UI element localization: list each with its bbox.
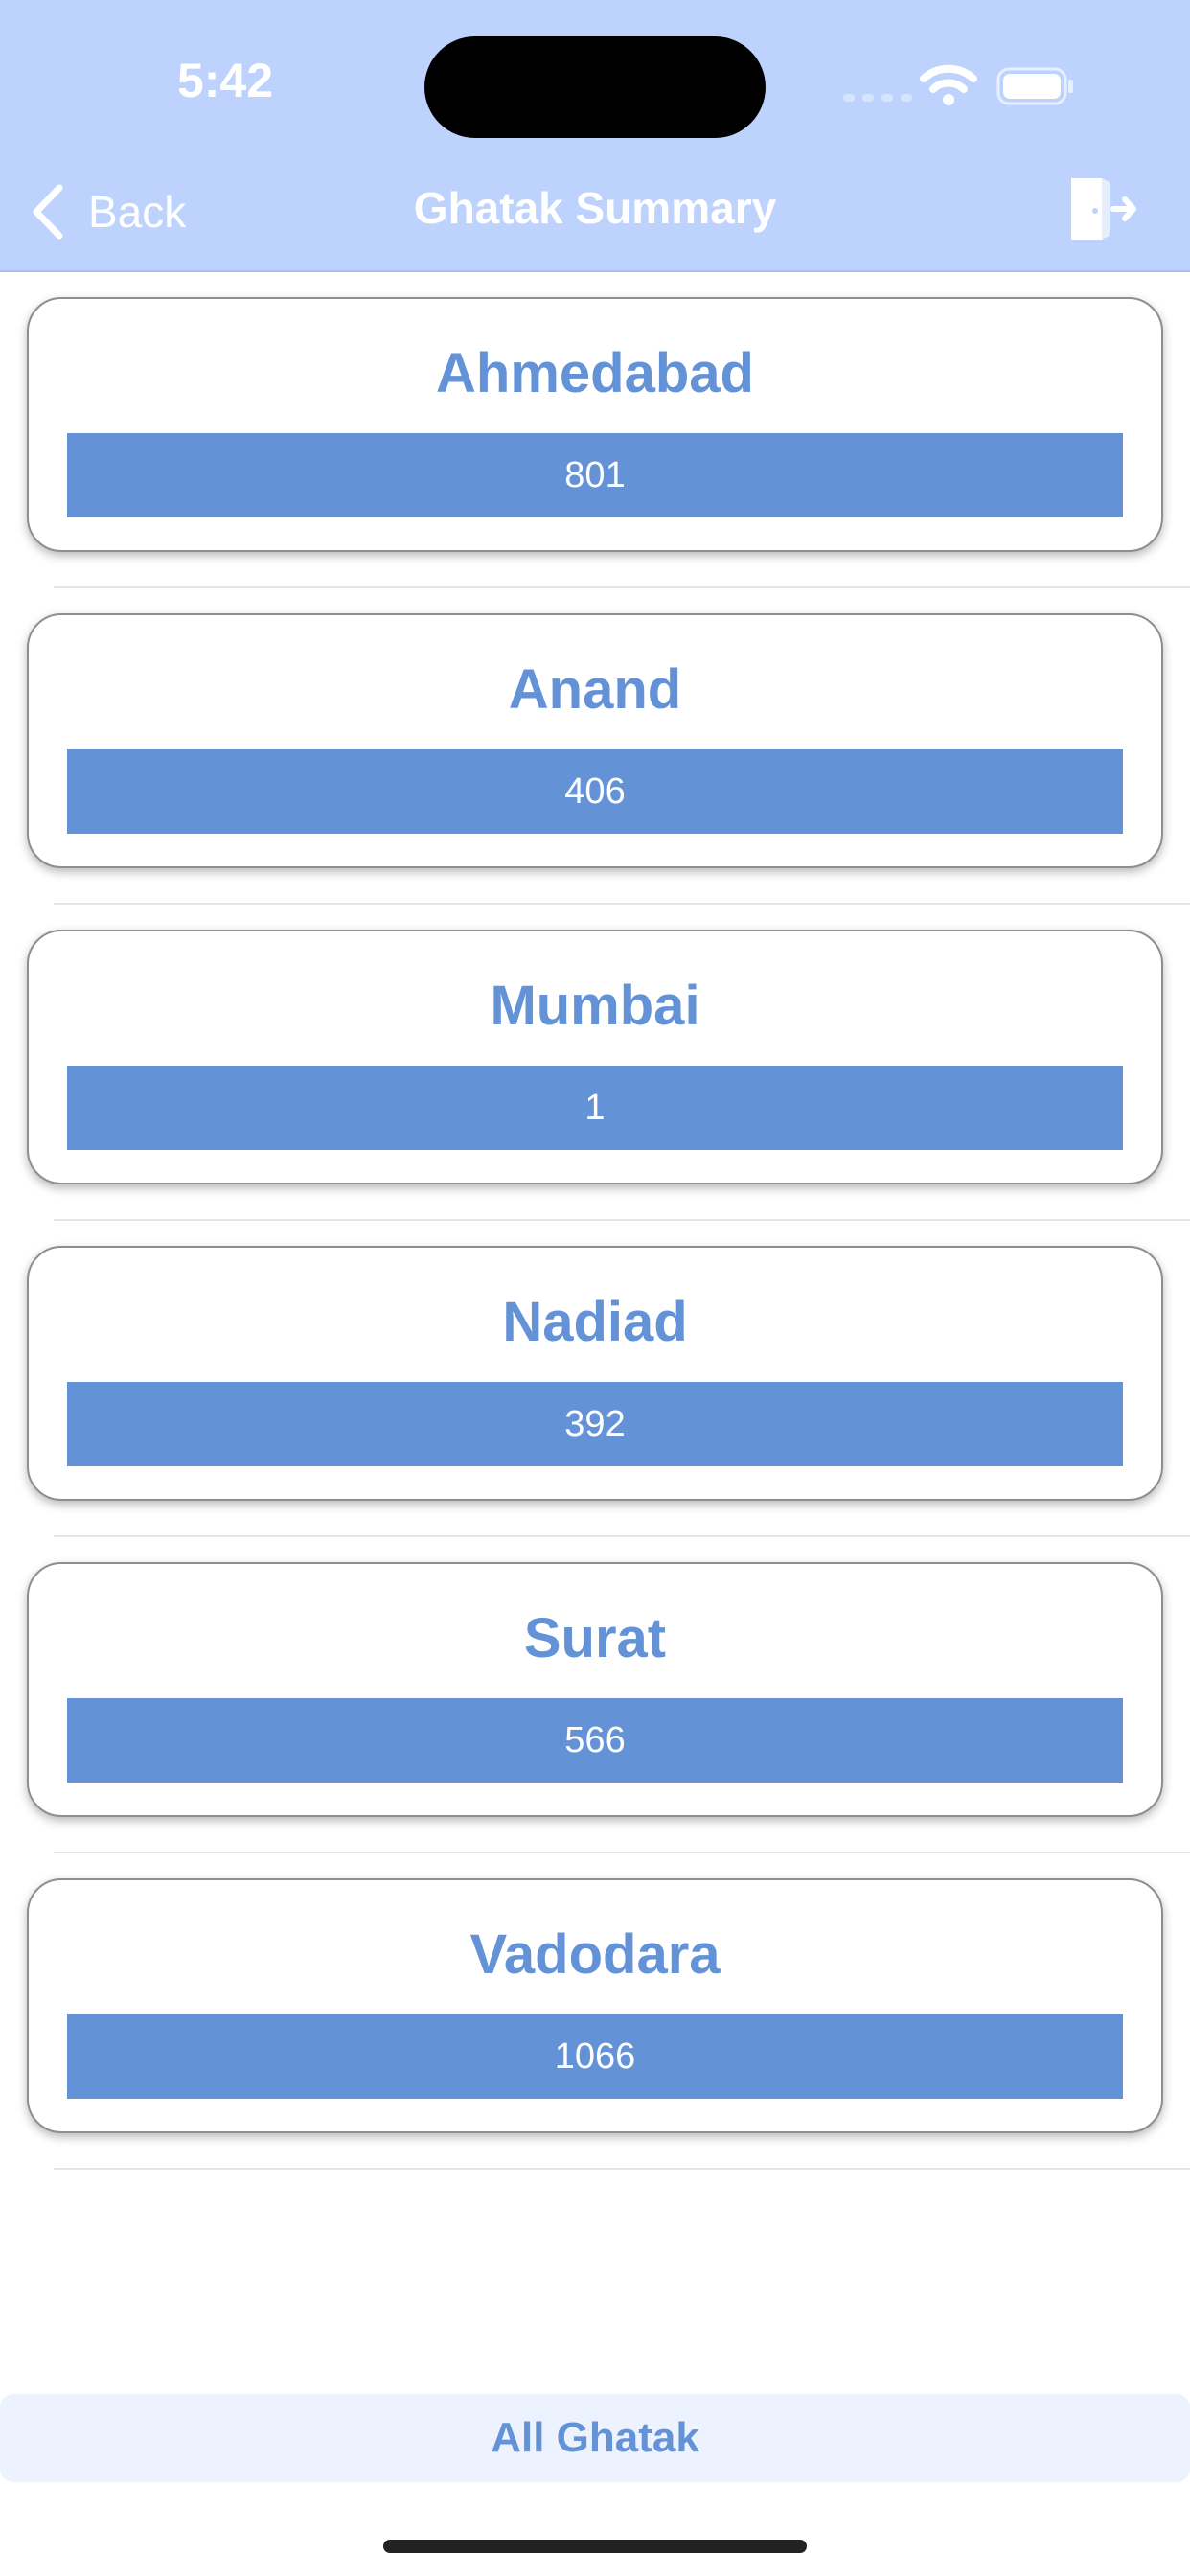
city-name: Nadiad — [502, 1291, 688, 1353]
city-count-bar: 1066 — [67, 2014, 1123, 2099]
wifi-icon — [920, 64, 977, 105]
city-card[interactable]: Nadiad 392 — [27, 1246, 1163, 1501]
city-count-bar: 566 — [67, 1698, 1123, 1782]
back-label: Back — [88, 187, 187, 237]
city-count-bar: 392 — [67, 1382, 1123, 1466]
city-list: Ahmedabad 801 Anand 406 Mumbai 1 Nadiad … — [0, 272, 1190, 2170]
status-time: 5:42 — [176, 54, 274, 107]
city-name: Mumbai — [490, 975, 700, 1037]
logout-door-icon[interactable] — [1065, 172, 1138, 245]
chevron-left-icon — [33, 184, 63, 240]
list-item[interactable]: Vadodara 1066 — [27, 1853, 1190, 2170]
city-count-bar: 406 — [67, 749, 1123, 834]
screen: 5:42 Back Ghatak Summary Ahmedabad 801 A… — [0, 0, 1190, 2576]
home-indicator — [383, 2540, 807, 2553]
city-card[interactable]: Surat 566 — [27, 1562, 1163, 1817]
city-card[interactable]: Ahmedabad 801 — [27, 297, 1163, 552]
list-item[interactable]: Anand 406 — [27, 588, 1190, 905]
city-name: Vadodara — [469, 1923, 721, 1986]
cellular-signal-icon — [843, 94, 912, 102]
list-item[interactable]: Mumbai 1 — [27, 905, 1190, 1221]
city-name: Surat — [523, 1607, 667, 1669]
city-card[interactable]: Vadodara 1066 — [27, 1878, 1163, 2133]
list-item[interactable]: Nadiad 392 — [27, 1221, 1190, 1537]
city-name: Anand — [508, 658, 682, 721]
nav-header: 5:42 Back Ghatak Summary — [0, 0, 1190, 272]
city-name: Ahmedabad — [436, 342, 754, 404]
city-count-bar: 801 — [67, 433, 1123, 518]
city-card[interactable]: Anand 406 — [27, 613, 1163, 868]
city-count-bar: 1 — [67, 1066, 1123, 1150]
page-title: Ghatak Summary — [413, 183, 777, 233]
battery-icon — [996, 67, 1073, 105]
list-item[interactable]: Ahmedabad 801 — [27, 272, 1190, 588]
list-item[interactable]: Surat 566 — [27, 1537, 1190, 1853]
dynamic-island — [424, 36, 766, 138]
all-ghatak-button[interactable]: All Ghatak — [0, 2394, 1190, 2482]
city-card[interactable]: Mumbai 1 — [27, 930, 1163, 1184]
back-button[interactable]: Back — [29, 178, 186, 245]
